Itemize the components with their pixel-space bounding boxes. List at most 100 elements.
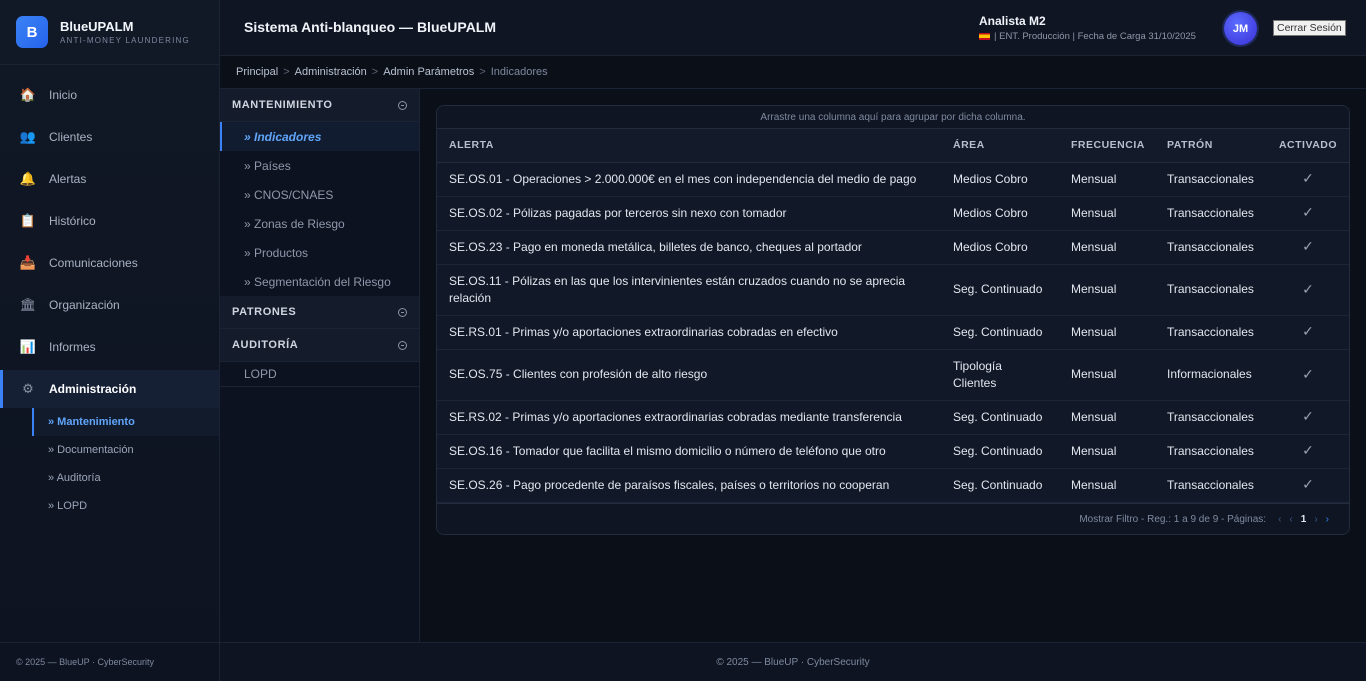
column-header-area[interactable]: ÁREA (941, 129, 1059, 163)
last-page-icon[interactable]: › (1326, 514, 1329, 525)
section-title: MANTENIMIENTO (232, 99, 333, 111)
cell-patron: Transaccionales (1155, 315, 1267, 350)
check-icon: ✓ (1302, 365, 1314, 382)
table-row[interactable]: SE.OS.02 - Pólizas pagadas por terceros … (437, 196, 1349, 231)
panel-item-productos[interactable]: » Productos (220, 238, 419, 267)
cell-activado: ✓ (1267, 468, 1349, 503)
section-patrones[interactable]: PATRONES (220, 296, 419, 329)
cell-alerta: SE.OS.01 - Operaciones > 2.000.000€ en e… (437, 162, 941, 197)
cell-area: Medios Cobro (941, 230, 1059, 265)
table-row[interactable]: SE.OS.75 - Clientes con profesión de alt… (437, 349, 1349, 401)
cell-patron: Transaccionales (1155, 162, 1267, 197)
breadcrumb-separator: > (371, 66, 379, 78)
check-icon: ✓ (1302, 280, 1314, 297)
sidebar-item-comunicaciones[interactable]: 📥 Comunicaciones (0, 242, 219, 284)
inbox-icon: 📥 (19, 255, 37, 270)
sidebar-item-label: Clientes (49, 130, 93, 144)
subnav-item-auditoria[interactable]: » Auditoría (32, 464, 219, 492)
cell-activado: ✓ (1267, 162, 1349, 197)
brand-name: BlueUPALM (60, 19, 134, 34)
cell-area: Medios Cobro (941, 196, 1059, 231)
cell-alerta: SE.OS.26 - Pago procedente de paraísos f… (437, 468, 941, 503)
page-title: Sistema Anti-blanqueo — BlueUPALM (244, 19, 497, 35)
sidebar-item-label: Informes (49, 340, 96, 354)
user-info: Analista M2 | ENT. Producción | Fecha de… (979, 14, 1196, 42)
section-title: AUDITORÍA (232, 339, 299, 351)
collapse-icon[interactable] (398, 100, 407, 110)
column-header-frecuencia[interactable]: FRECUENCIA (1059, 129, 1155, 163)
sidebar: B BlueUPALM ANTI-MONEY LAUNDERING 🏠 Inic… (0, 0, 220, 681)
avatar[interactable]: JM (1224, 12, 1257, 45)
sidebar-nav: 🏠 Inicio 👥 Clientes 🔔 Alertas 📋 Históric… (0, 74, 219, 520)
sidebar-item-historico[interactable]: 📋 Histórico (0, 200, 219, 242)
sidebar-item-label: Administración (49, 382, 137, 396)
collapse-icon[interactable] (398, 340, 407, 350)
collapse-icon[interactable] (398, 307, 407, 317)
section-auditoria[interactable]: AUDITORÍA (220, 329, 419, 362)
table-row[interactable]: SE.OS.16 - Tomador que facilita el mismo… (437, 434, 1349, 469)
panel-item-cnos-cnaes[interactable]: » CNOS/CNAES (220, 180, 419, 209)
spain-flag-icon (979, 33, 990, 40)
cell-area: Tipología Clientes (941, 349, 1059, 401)
table-row[interactable]: SE.OS.23 - Pago en moneda metálica, bill… (437, 230, 1349, 265)
sidebar-item-inicio[interactable]: 🏠 Inicio (0, 74, 219, 116)
prev-page-icon[interactable]: ‹ (1289, 514, 1292, 525)
table-row[interactable]: SE.RS.01 - Primas y/o aportaciones extra… (437, 315, 1349, 350)
grid-footer-text[interactable]: Mostrar Filtro - Reg.: 1 a 9 de 9 - Pági… (1079, 514, 1266, 525)
table-row[interactable]: SE.OS.26 - Pago procedente de paraísos f… (437, 468, 1349, 503)
breadcrumb-item-administracion[interactable]: Administración (295, 66, 367, 78)
sidebar-item-label: Alertas (49, 172, 87, 186)
column-header-activado[interactable]: ACTIVADO (1267, 129, 1349, 163)
subnav-item-lopd[interactable]: » LOPD (32, 492, 219, 520)
sidebar-item-informes[interactable]: 📊 Informes (0, 326, 219, 368)
section-mantenimiento[interactable]: MANTENIMIENTO (220, 89, 419, 122)
cell-activado: ✓ (1267, 434, 1349, 469)
group-drop-zone[interactable]: Arrastre una columna aquí para agrupar p… (437, 106, 1349, 129)
cell-frecuencia: Mensual (1059, 400, 1155, 435)
cell-area: Seg. Continuado (941, 400, 1059, 435)
cell-patron: Transaccionales (1155, 264, 1267, 316)
cell-activado: ✓ (1267, 264, 1349, 316)
cell-frecuencia: Mensual (1059, 468, 1155, 503)
subnav-item-mantenimiento[interactable]: » Mantenimiento (32, 408, 219, 436)
panel-item-zonas-riesgo[interactable]: » Zonas de Riesgo (220, 209, 419, 238)
cell-frecuencia: Mensual (1059, 434, 1155, 469)
indicators-grid: Arrastre una columna aquí para agrupar p… (436, 105, 1350, 535)
page-number[interactable]: 1 (1301, 514, 1307, 525)
cell-patron: Transaccionales (1155, 400, 1267, 435)
column-header-alerta[interactable]: ALERTA (437, 129, 941, 163)
sidebar-item-clientes[interactable]: 👥 Clientes (0, 116, 219, 158)
panel-item-lopd[interactable]: LOPD (220, 362, 419, 387)
header: Sistema Anti-blanqueo — BlueUPALM Analis… (220, 0, 1366, 56)
brand-logo[interactable]: B (16, 16, 48, 48)
sidebar-subnav: » Mantenimiento » Documentación » Audito… (32, 408, 219, 520)
cell-frecuencia: Mensual (1059, 315, 1155, 350)
sidebar-item-organizacion[interactable]: 🏛 Organización (0, 284, 219, 326)
page-footer: © 2025 — BlueUP · CyberSecurity (220, 642, 1366, 681)
cell-patron: Transaccionales (1155, 434, 1267, 469)
breadcrumb-item-principal[interactable]: Principal (236, 66, 278, 78)
cell-activado: ✓ (1267, 315, 1349, 350)
cell-alerta: SE.OS.11 - Pólizas en las que los interv… (437, 264, 941, 316)
table-row[interactable]: SE.OS.01 - Operaciones > 2.000.000€ en e… (437, 162, 1349, 197)
brand: B BlueUPALM ANTI-MONEY LAUNDERING (0, 0, 219, 65)
sidebar-item-label: Comunicaciones (49, 256, 138, 270)
logout-button[interactable]: Cerrar Sesión (1273, 20, 1346, 36)
table-row[interactable]: SE.RS.02 - Primas y/o aportaciones extra… (437, 400, 1349, 435)
panel-item-indicadores[interactable]: » Indicadores (220, 122, 419, 151)
panel-item-paises[interactable]: » Países (220, 151, 419, 180)
subnav-item-documentacion[interactable]: » Documentación (32, 436, 219, 464)
cell-patron: Transaccionales (1155, 230, 1267, 265)
bell-icon: 🔔 (19, 171, 37, 186)
sidebar-item-administracion[interactable]: ⚙ Administración (0, 370, 219, 408)
check-icon: ✓ (1302, 476, 1314, 492)
cell-patron: Informacionales (1155, 349, 1267, 401)
panel-item-segmentacion[interactable]: » Segmentación del Riesgo (220, 267, 419, 296)
table-row[interactable]: SE.OS.11 - Pólizas en las que los interv… (437, 264, 1349, 316)
breadcrumb-item-admin-parametros[interactable]: Admin Parámetros (383, 66, 474, 78)
column-header-patron[interactable]: PATRÓN (1155, 129, 1267, 163)
cell-activado: ✓ (1267, 349, 1349, 401)
next-page-icon[interactable]: › (1314, 514, 1317, 525)
sidebar-item-alertas[interactable]: 🔔 Alertas (0, 158, 219, 200)
first-page-icon[interactable]: ‹ (1278, 514, 1281, 525)
